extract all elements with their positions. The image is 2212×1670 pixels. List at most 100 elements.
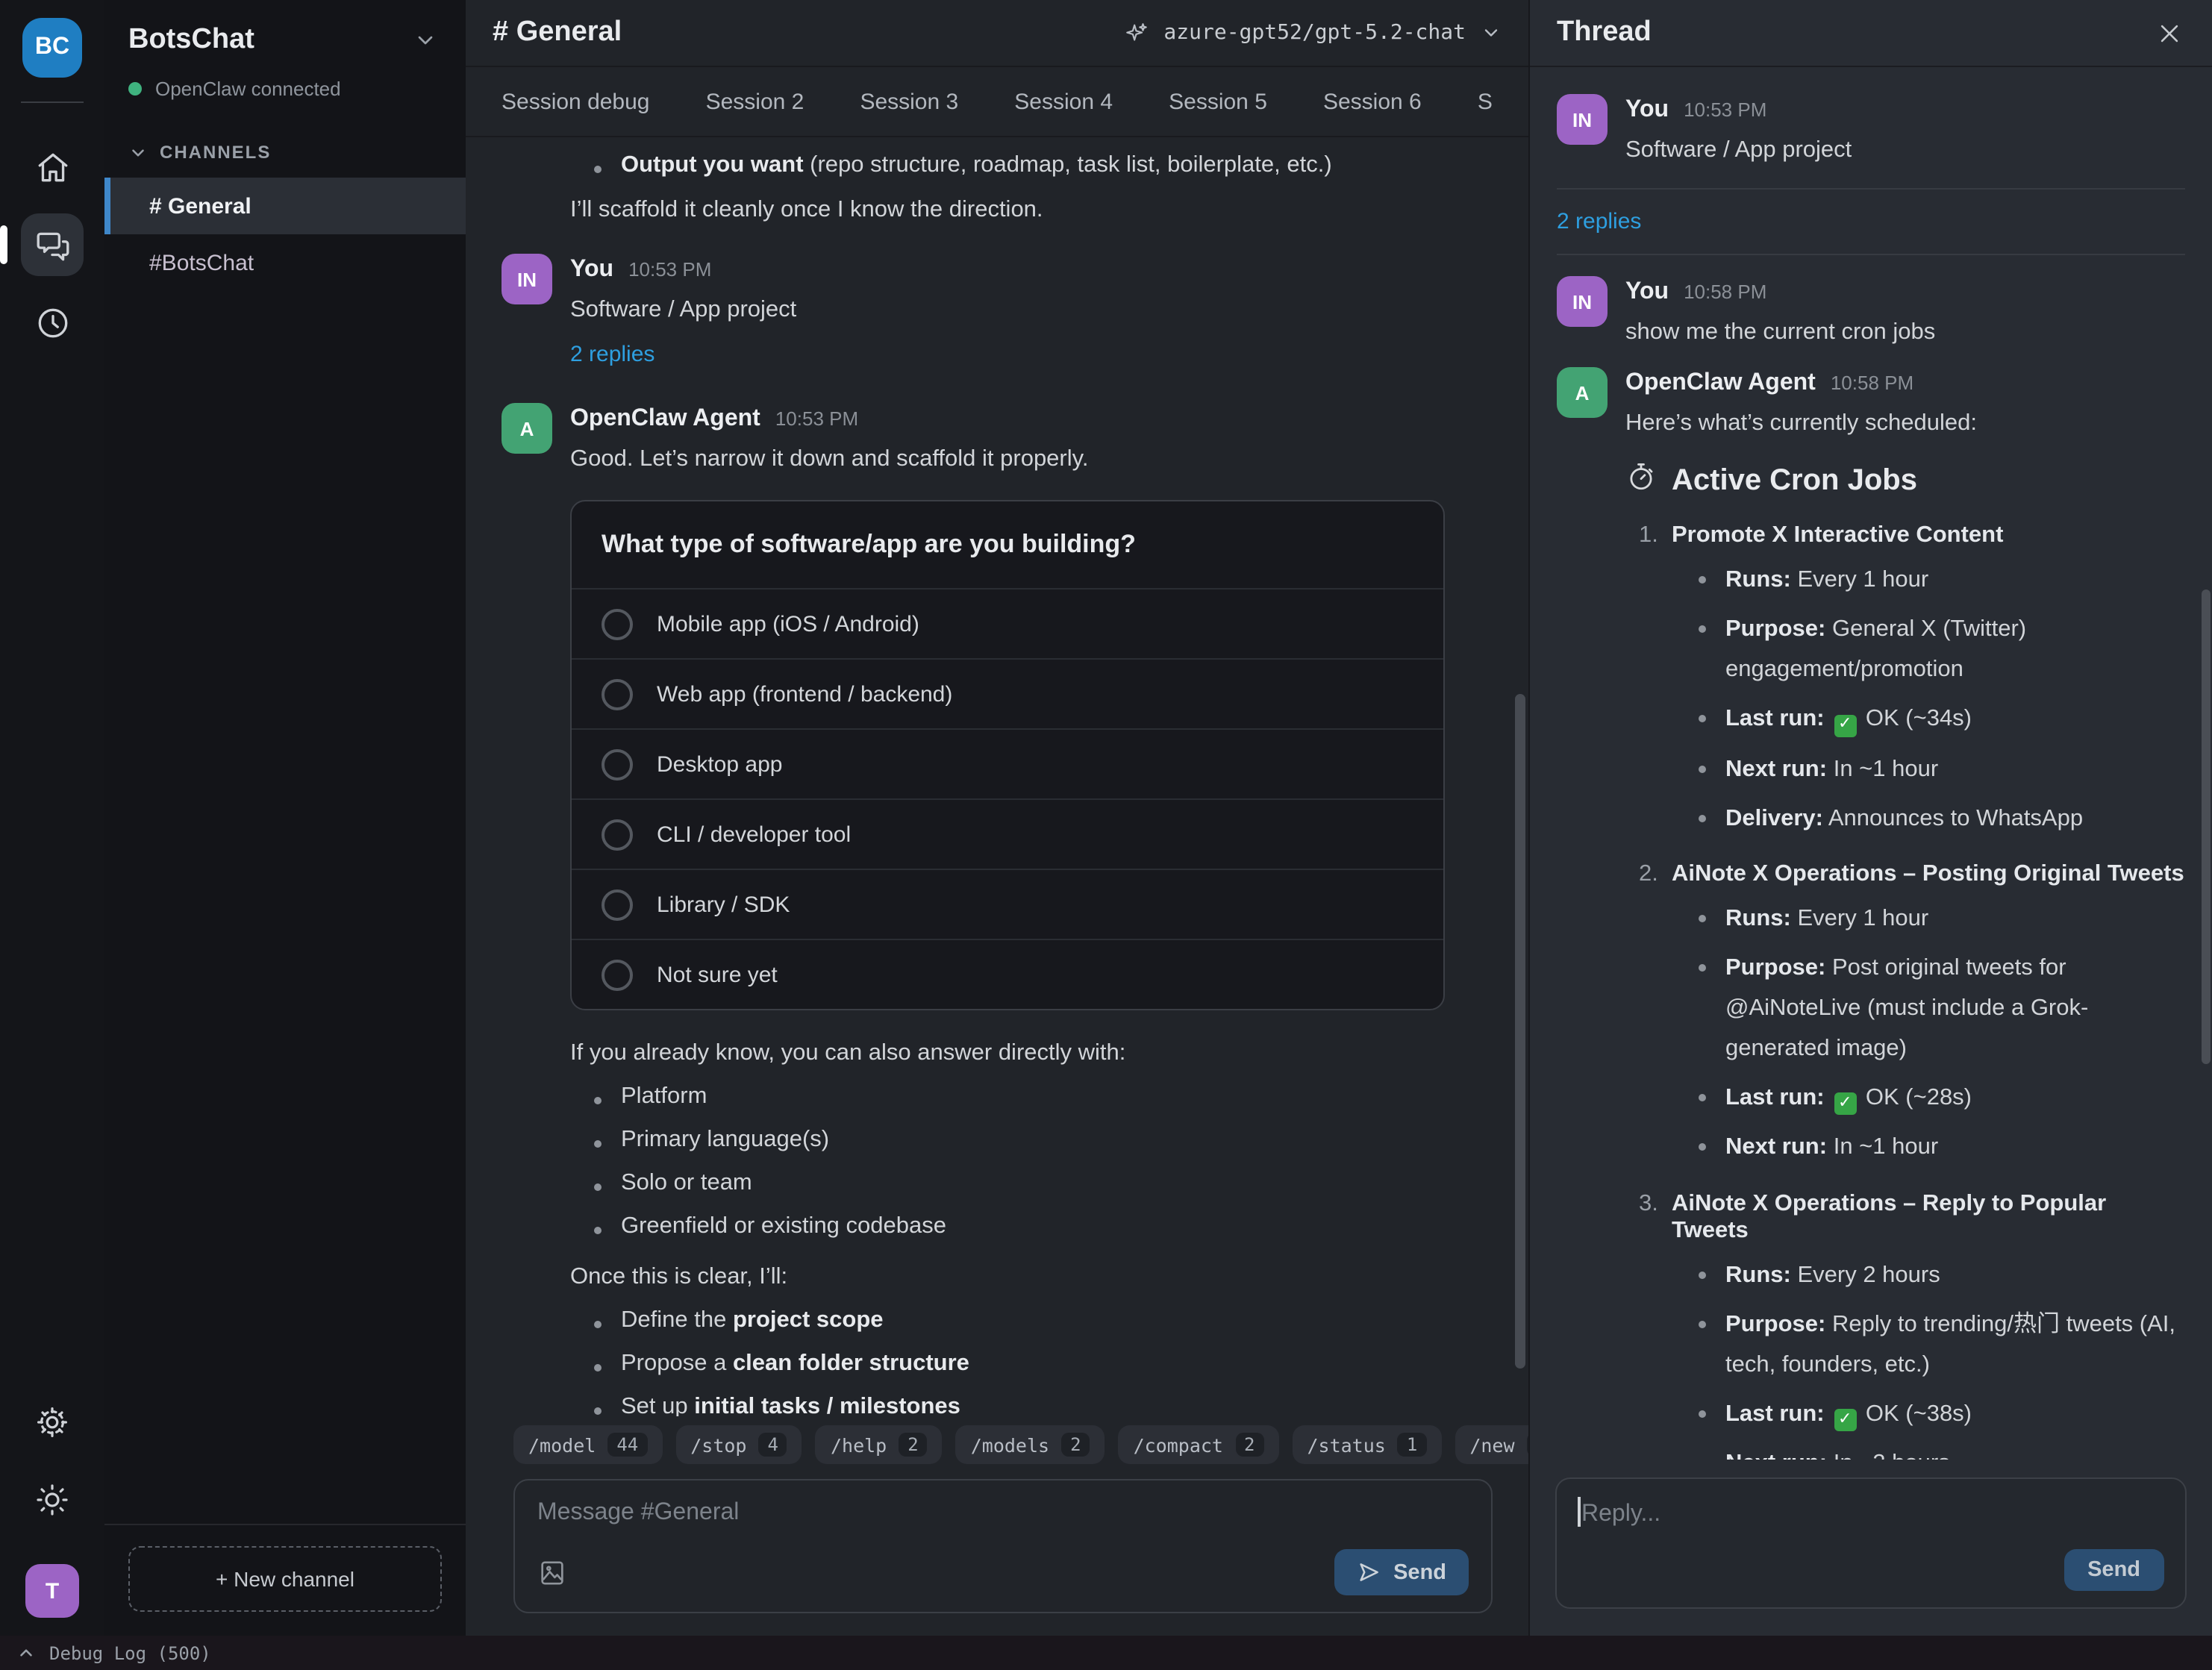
sparkles-icon xyxy=(1123,20,1149,46)
avatar: A xyxy=(1557,367,1608,418)
channels-section-header[interactable]: CHANNELS xyxy=(104,112,466,178)
attach-image-icon[interactable] xyxy=(537,1558,567,1595)
bullet-icon xyxy=(1699,765,1706,772)
poll-option-mobile[interactable]: Mobile app (iOS / Android) xyxy=(572,588,1443,658)
user-avatar[interactable]: T xyxy=(25,1564,79,1618)
cron-field: Last run: OK (~28s) xyxy=(1672,1078,2185,1119)
cron-job: 1. Promote X Interactive Content Runs: E… xyxy=(1639,522,2185,848)
message-time: 10:53 PM xyxy=(1684,98,1766,121)
radio-icon[interactable] xyxy=(602,748,633,780)
radio-icon[interactable] xyxy=(602,819,633,850)
debug-log-bar[interactable]: Debug Log (500) xyxy=(0,1636,2212,1670)
model-name: azure-gpt52/gpt-5.2-chat xyxy=(1163,21,1466,45)
poll-option-web[interactable]: Web app (frontend / backend) xyxy=(572,658,1443,728)
poll-option-notsure[interactable]: Not sure yet xyxy=(572,939,1443,1009)
text-cursor xyxy=(1578,1497,1580,1527)
main-panel: # General azure-gpt52/gpt-5.2-chat Sessi… xyxy=(466,0,1528,1636)
tab-session-6[interactable]: Session 6 xyxy=(1323,89,1422,114)
chip-help[interactable]: /help2 xyxy=(816,1425,943,1464)
sidebar-item-botschat[interactable]: #BotsChat xyxy=(104,234,466,291)
app-window: BC xyxy=(0,0,2212,1670)
message-text: If you already know, you can also answer… xyxy=(570,1040,1490,1067)
chevron-down-icon xyxy=(1481,22,1502,43)
check-icon xyxy=(1834,714,1856,737)
message-text: Here’s what’s currently scheduled: xyxy=(1625,410,2185,437)
message-text: Software / App project xyxy=(570,297,1490,324)
reply-composer[interactable]: Reply... Send xyxy=(1555,1477,2187,1609)
cron-job: 3. AiNote X Operations – Reply to Popula… xyxy=(1639,1190,2185,1460)
reply-send-button[interactable]: Send xyxy=(2063,1549,2164,1591)
poll-option-desktop[interactable]: Desktop app xyxy=(572,728,1443,798)
thread-message-list[interactable]: IN You 10:53 PM Software / App project 2… xyxy=(1530,67,2212,1460)
workspace-avatar[interactable]: BC xyxy=(22,18,82,78)
cron-field: Purpose: Reply to trending/热门 tweets (AI… xyxy=(1672,1304,2185,1385)
tab-session-debug[interactable]: Session debug xyxy=(502,89,650,114)
thread-title: Thread xyxy=(1557,16,1652,49)
chat-bubbles-icon xyxy=(34,226,71,263)
avatar: IN xyxy=(502,254,552,304)
close-icon[interactable] xyxy=(2152,16,2185,49)
bullet-icon xyxy=(1699,1095,1706,1102)
chip-new[interactable]: /new1 xyxy=(1455,1425,1528,1464)
message-input[interactable]: Message #General xyxy=(537,1500,1469,1527)
message-composer[interactable]: Message #General Send xyxy=(513,1479,1493,1613)
radio-icon[interactable] xyxy=(602,678,633,710)
poll-card: What type of software/app are you buildi… xyxy=(570,500,1445,1010)
tab-session-5[interactable]: Session 5 xyxy=(1169,89,1267,114)
reply-input[interactable]: Reply... xyxy=(1578,1497,2164,1528)
sidebar: BotsChat OpenClaw connected CHANNELS # G… xyxy=(104,0,466,1636)
bullet-icon xyxy=(594,1407,602,1415)
chip-stop[interactable]: /stop4 xyxy=(675,1425,802,1464)
message-time: 10:53 PM xyxy=(628,258,711,281)
radio-icon[interactable] xyxy=(602,959,633,990)
message-author: You xyxy=(570,257,613,284)
clock-icon xyxy=(34,304,71,341)
tab-session-4[interactable]: Session 4 xyxy=(1014,89,1113,114)
channel-title: # General xyxy=(493,16,622,49)
chip-status[interactable]: /status1 xyxy=(1292,1425,1441,1464)
stopwatch-icon xyxy=(1625,461,1657,501)
chip-count-badge: 2 xyxy=(1235,1433,1263,1457)
bullet-icon xyxy=(1699,576,1706,584)
bullet-icon xyxy=(594,1227,602,1234)
chats-button[interactable] xyxy=(21,213,84,276)
theme-button[interactable] xyxy=(21,1469,84,1531)
home-button[interactable] xyxy=(21,136,84,198)
chip-model[interactable]: /model44 xyxy=(513,1425,662,1464)
settings-button[interactable] xyxy=(21,1391,84,1454)
cron-job-title: AiNote X Operations – Reply to Popular T… xyxy=(1672,1190,2185,1244)
sun-icon xyxy=(34,1482,70,1518)
radio-icon[interactable] xyxy=(602,889,633,920)
sidebar-item-general[interactable]: # General xyxy=(104,178,466,234)
history-button[interactable] xyxy=(21,291,84,354)
scrollbar-thumb[interactable] xyxy=(2202,589,2211,1064)
chip-count-badge: 2 xyxy=(899,1433,927,1457)
thread-replies-link[interactable]: 2 replies xyxy=(570,342,1490,367)
tab-session-2[interactable]: Session 2 xyxy=(706,89,804,114)
tab-session-7-partial[interactable]: S xyxy=(1478,89,1493,114)
message-text: Once this is clear, I’ll: xyxy=(570,1264,1490,1291)
icon-rail: BC xyxy=(0,0,104,1636)
bullet-icon xyxy=(594,1097,602,1104)
model-selector[interactable]: azure-gpt52/gpt-5.2-chat xyxy=(1123,20,1502,46)
new-channel-button[interactable]: + New channel xyxy=(128,1546,442,1612)
bullet-icon xyxy=(1699,1271,1706,1278)
workspace-chevron-down-icon[interactable] xyxy=(409,24,442,57)
list-item: Propose a clean folder structure xyxy=(570,1351,1490,1377)
chip-compact[interactable]: /compact2 xyxy=(1119,1425,1279,1464)
send-button[interactable]: Send xyxy=(1334,1549,1469,1595)
chip-models[interactable]: /models2 xyxy=(956,1425,1105,1464)
chip-count-badge: 4 xyxy=(759,1433,787,1457)
message-text: show me the current cron jobs xyxy=(1625,319,2185,346)
bullet-icon xyxy=(1699,625,1706,633)
list-item: Output you want (repo structure, roadmap… xyxy=(570,152,1490,179)
bullet-icon xyxy=(1699,814,1706,822)
poll-option-library[interactable]: Library / SDK xyxy=(572,869,1443,939)
poll-option-cli[interactable]: CLI / developer tool xyxy=(572,798,1443,869)
command-chips: /model44 /stop4 /help2 /models2 /compact… xyxy=(466,1416,1528,1473)
radio-icon[interactable] xyxy=(602,608,633,639)
tab-session-3[interactable]: Session 3 xyxy=(860,89,958,114)
cron-field: Next run: In ~1 hour xyxy=(1672,1128,2185,1168)
message-list[interactable]: Output you want (repo structure, roadmap… xyxy=(466,137,1528,1416)
scrollbar-thumb[interactable] xyxy=(1515,694,1525,1369)
